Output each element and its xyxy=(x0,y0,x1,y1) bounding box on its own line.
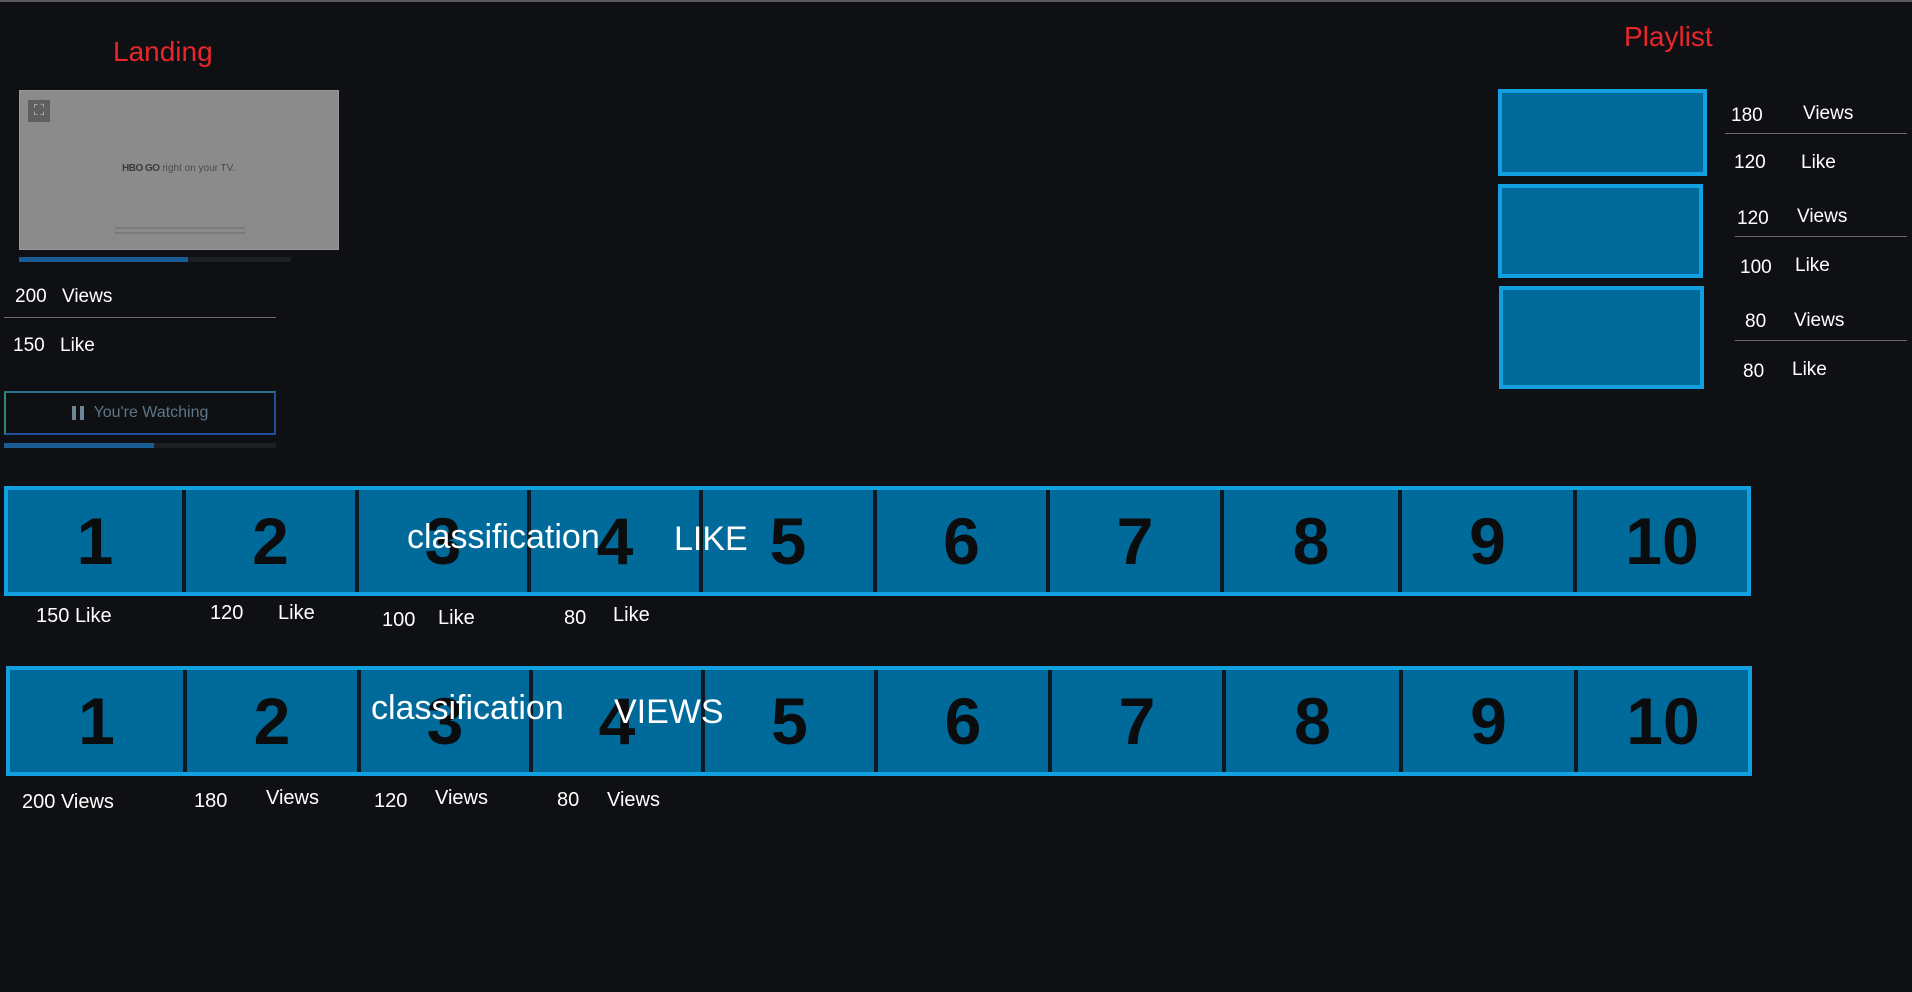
like-rank-cell[interactable]: 8 xyxy=(1224,490,1402,592)
playlist-item-divider xyxy=(1735,236,1907,237)
like-category-label: LIKE xyxy=(674,520,748,558)
landing-views-count: 200 xyxy=(15,286,47,307)
watching-progress-fill xyxy=(4,443,154,448)
views-rank-cell[interactable]: 6 xyxy=(878,670,1052,772)
playlist-views-label: Views xyxy=(1797,206,1848,227)
playlist-views-label: Views xyxy=(1794,310,1845,331)
playlist-views-count: 80 xyxy=(1745,311,1767,332)
views-rank-cell[interactable]: 10 xyxy=(1578,670,1748,772)
views-stat-count: 80 xyxy=(557,789,580,811)
like-stat-label: Like xyxy=(613,604,650,626)
views-stat-label: Views xyxy=(435,787,488,809)
like-rank-cell[interactable]: 2 xyxy=(186,490,359,592)
views-classification-label: classification xyxy=(371,689,564,727)
playlist-likes-count: 80 xyxy=(1743,361,1765,382)
like-classification-label: classification xyxy=(407,518,600,556)
like-rank-cell[interactable]: 10 xyxy=(1577,490,1747,592)
watching-progress-bar xyxy=(4,443,276,448)
views-rank-cell[interactable]: 8 xyxy=(1226,670,1403,772)
video-fine-print xyxy=(115,227,245,234)
views-stat-count: 200 Views xyxy=(22,791,114,813)
like-rank-cell[interactable]: 7 xyxy=(1050,490,1224,592)
video-progress-fill xyxy=(19,257,188,262)
youre-watching-button[interactable]: You're Watching xyxy=(4,391,276,435)
views-category-label: VIEWS xyxy=(614,693,724,731)
playlist-likes-label: Like xyxy=(1795,255,1830,276)
playlist-item-divider xyxy=(1735,340,1907,341)
views-classification-row: 1 2 3 4 5 6 7 8 9 10 xyxy=(6,666,1752,776)
like-rank-cell[interactable]: 6 xyxy=(877,490,1050,592)
video-logo-text: HBO GO xyxy=(122,163,160,174)
fullscreen-icon[interactable]: ⛶ xyxy=(28,100,50,122)
playlist-likes-label: Like xyxy=(1792,359,1827,380)
youre-watching-label: You're Watching xyxy=(93,404,209,421)
views-rank-cell[interactable]: 1 xyxy=(10,670,187,772)
playlist-likes-count: 100 xyxy=(1740,257,1772,278)
playlist-title: Playlist xyxy=(1624,21,1713,52)
landing-title: Landing xyxy=(113,36,213,67)
landing-likes-count: 150 xyxy=(13,335,45,356)
like-stat-label: Like xyxy=(438,607,475,629)
video-progress-bar[interactable] xyxy=(19,257,291,262)
landing-stats-divider xyxy=(4,317,276,318)
views-rank-cell[interactable]: 2 xyxy=(187,670,361,772)
views-stat-count: 180 xyxy=(194,790,228,812)
playlist-likes-label: Like xyxy=(1801,152,1836,173)
like-stat-count: 150 Like xyxy=(36,605,112,627)
landing-likes-label: Like xyxy=(60,335,95,356)
like-stat-count: 80 xyxy=(564,607,587,629)
playlist-views-count: 120 xyxy=(1737,208,1769,229)
playlist-views-label: Views xyxy=(1803,103,1854,124)
playlist-item-divider xyxy=(1725,133,1907,134)
like-classification-row: 1 2 3 4 5 6 7 8 9 10 xyxy=(4,486,1751,596)
views-stat-label: Views xyxy=(266,787,319,809)
landing-views-label: Views xyxy=(62,286,113,307)
playlist-thumbnail[interactable] xyxy=(1499,286,1704,389)
video-caption-text: right on your TV. xyxy=(162,163,236,174)
playlist-thumbnail[interactable] xyxy=(1498,89,1707,176)
playlist-views-count: 180 xyxy=(1731,105,1763,126)
playlist-thumbnail[interactable] xyxy=(1498,184,1703,278)
views-stat-count: 120 xyxy=(374,790,408,812)
like-stat-count: 100 xyxy=(382,609,416,631)
like-rank-cell[interactable]: 9 xyxy=(1402,490,1577,592)
views-rank-cell[interactable]: 9 xyxy=(1403,670,1578,772)
like-rank-cell[interactable]: 1 xyxy=(8,490,186,592)
playlist-likes-count: 120 xyxy=(1734,152,1766,173)
like-stat-label: Like xyxy=(278,602,315,624)
views-rank-cell[interactable]: 7 xyxy=(1052,670,1226,772)
video-frame-caption: HBO GO right on your TV. xyxy=(122,163,235,174)
video-player[interactable]: ⛶ HBO GO right on your TV. xyxy=(19,90,339,250)
top-border xyxy=(0,0,1912,2)
pause-icon xyxy=(71,406,84,420)
like-stat-count: 120 xyxy=(210,602,244,624)
views-rank-cell[interactable]: 5 xyxy=(705,670,878,772)
views-stat-label: Views xyxy=(607,789,660,811)
